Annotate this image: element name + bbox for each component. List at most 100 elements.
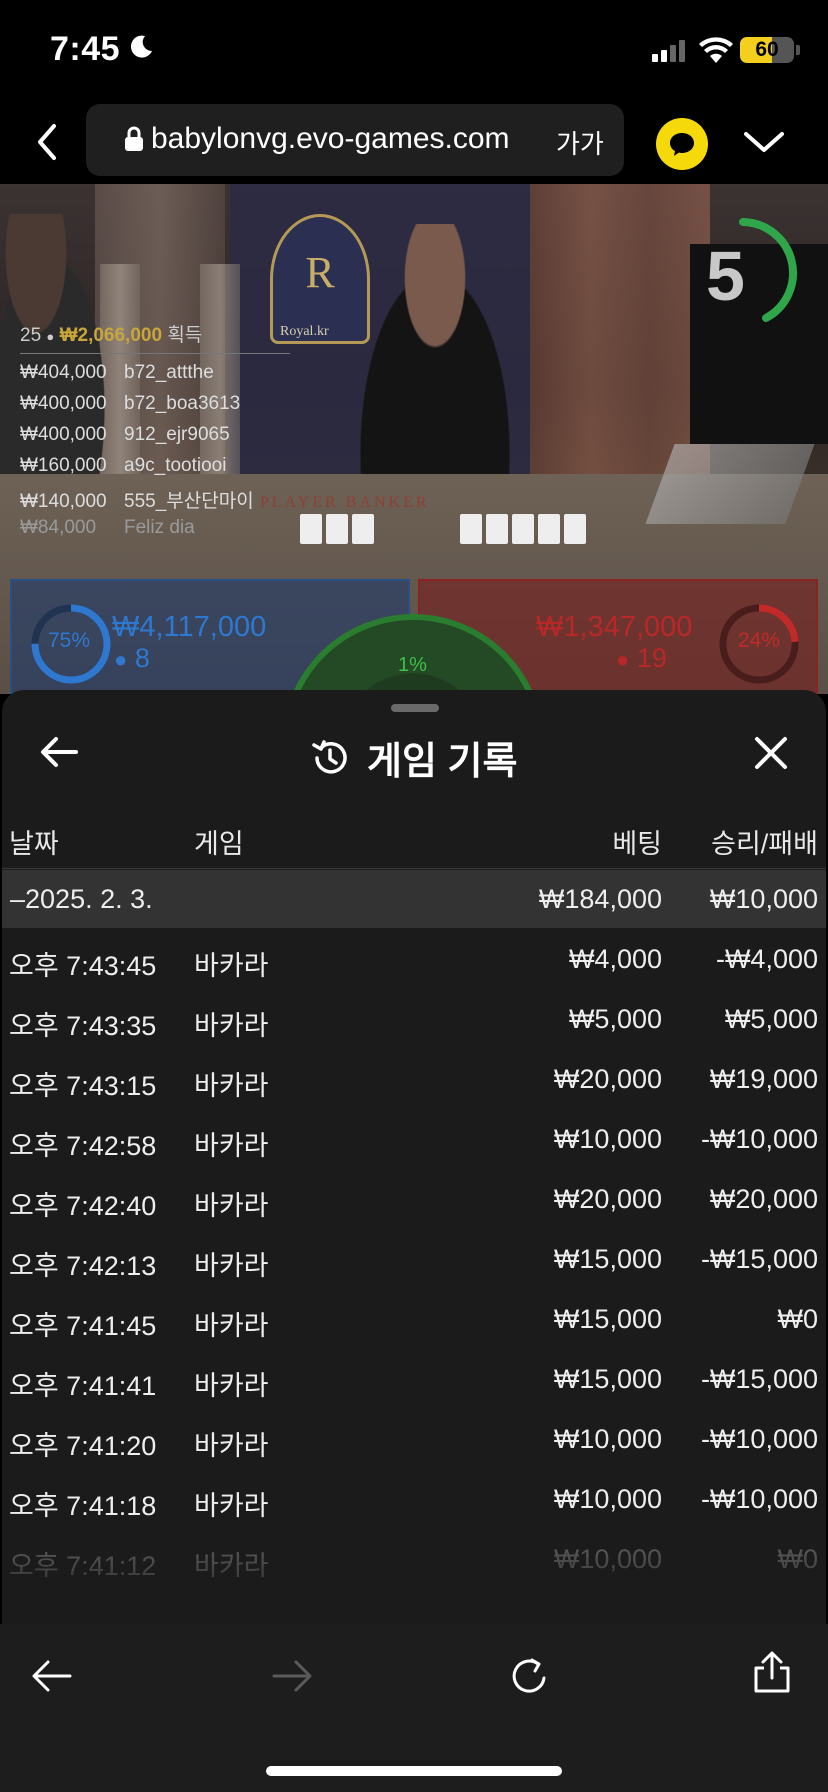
status-bar: 7:45 60 — [0, 0, 828, 100]
row-game: 바카라 — [194, 1311, 269, 1341]
text-size-button[interactable]: 가가 — [556, 124, 604, 161]
history-row[interactable]: 오후 7:43:45 바카라 ₩4,000 -₩4,000 — [2, 928, 826, 988]
back-arrow-icon[interactable] — [30, 1654, 74, 1698]
date-group-row[interactable]: –2025. 2. 3. ₩184,000 ₩10,000 — [2, 870, 826, 928]
row-bet: ₩10,000 — [553, 1484, 662, 1514]
winner-rows: ₩404,000 b72_attthe ₩400,000 b72_boa3613 ₩40… — [20, 362, 290, 548]
home-indicator[interactable] — [266, 1766, 562, 1776]
reload-icon[interactable] — [508, 1654, 552, 1698]
row-bet: ₩4,000 — [568, 944, 662, 974]
player-bet-amount: ₩4,117,000 — [112, 611, 267, 643]
row-result: ₩19,000 — [709, 1064, 818, 1094]
row-time: 오후 7:41:18 — [9, 1491, 157, 1521]
row-game: 바카라 — [194, 1431, 269, 1461]
row-time: 오후 7:41:41 — [9, 1371, 157, 1401]
row-result: ₩0 — [777, 1304, 819, 1334]
countdown-timer: 5 — [706, 237, 745, 315]
card-shoe — [645, 444, 815, 524]
winner-name: b72_boa3613 — [124, 393, 241, 414]
history-row[interactable]: 오후 7:41:41 바카라 ₩15,000 -₩15,000 — [2, 1348, 826, 1408]
row-time: 오후 7:43:15 — [9, 1071, 157, 1101]
row-bet: ₩5,000 — [568, 1004, 662, 1034]
row-game: 바카라 — [194, 1251, 269, 1281]
row-result: ₩5,000 — [724, 1004, 818, 1034]
table-banner: PLAYER BANKER — [260, 494, 430, 511]
banker-bet-amount: ₩1,347,000 — [536, 611, 693, 643]
row-result: -₩10,000 — [700, 1124, 818, 1154]
live-video-feed: R Royal.kr PLAYER BANKER 5 25 ● ₩2,066,0… — [0, 184, 828, 694]
row-bet: ₩15,000 — [553, 1244, 662, 1274]
row-bet: ₩15,000 — [553, 1364, 662, 1394]
sheet-grabber[interactable] — [391, 704, 439, 712]
row-time: 오후 7:43:45 — [9, 951, 157, 981]
history-row[interactable]: 오후 7:41:45 바카라 ₩15,000 ₩0 — [2, 1288, 826, 1348]
row-bet: ₩15,000 — [553, 1304, 662, 1334]
winner-amount: ₩400,000 — [20, 424, 107, 445]
sheet-header: 게임 기록 — [2, 730, 826, 783]
row-game: 바카라 — [194, 1071, 269, 1101]
person-icon: ● — [616, 647, 630, 672]
history-row[interactable]: 오후 7:42:58 바카라 ₩10,000 -₩10,000 — [2, 1108, 826, 1168]
row-time: 오후 7:42:13 — [9, 1251, 157, 1281]
url-text: babylonvg.evo-games.com — [151, 122, 510, 155]
row-bet: ₩10,000 — [553, 1124, 662, 1154]
winner-name: b72_attthe — [124, 362, 214, 383]
row-result: ₩20,000 — [709, 1184, 818, 1214]
back-chevron-icon[interactable] — [30, 122, 66, 162]
moon-icon — [130, 35, 152, 58]
row-game: 바카라 — [194, 1131, 269, 1161]
forward-arrow-icon[interactable] — [270, 1654, 314, 1698]
winner-name: 912_ejr9065 — [124, 424, 230, 445]
chevron-down-icon[interactable] — [742, 126, 786, 158]
chat-bubble-icon — [670, 133, 694, 156]
winners-total: ₩2,066,000 — [59, 325, 163, 346]
row-result: -₩15,000 — [700, 1364, 818, 1394]
wifi-icon — [699, 37, 733, 63]
history-row[interactable]: 오후 7:43:15 바카라 ₩20,000 ₩19,000 — [2, 1048, 826, 1108]
player-bet-count: ● 8 — [114, 643, 150, 673]
winner-row: ₩140,000 555_부산단마이 — [20, 486, 290, 517]
banker-bet-count: ● 19 — [616, 643, 667, 673]
playing-card — [512, 514, 534, 544]
row-bet: ₩10,000 — [553, 1424, 662, 1454]
winner-row: ₩404,000 b72_attthe — [20, 362, 290, 393]
playing-card — [564, 514, 586, 544]
winner-row: ₩84,000 Feliz dia — [20, 517, 290, 548]
battery-icon: 60 — [740, 37, 794, 63]
lock-icon — [125, 126, 143, 151]
column-game: 게임 — [194, 829, 244, 859]
row-time: 오후 7:41:20 — [9, 1431, 157, 1461]
row-time: 오후 7:42:40 — [9, 1191, 157, 1221]
history-icon — [311, 739, 347, 774]
status-time: 7:45 — [50, 30, 121, 68]
winner-amount: ₩84,000 — [20, 517, 97, 538]
history-row[interactable]: 오후 7:43:35 바카라 ₩5,000 ₩5,000 — [2, 988, 826, 1048]
winners-header: 25 ● ₩2,066,000 획득 — [20, 320, 290, 354]
history-row[interactable]: 오후 7:42:13 바카라 ₩15,000 -₩15,000 — [2, 1228, 826, 1288]
tie-percent: 1% — [398, 654, 427, 676]
address-bar[interactable]: babylonvg.evo-games.com 가가 — [86, 104, 624, 176]
share-icon[interactable] — [750, 1650, 794, 1694]
divider — [2, 868, 826, 869]
row-game: 바카라 — [194, 1011, 269, 1041]
playing-card — [486, 514, 508, 544]
history-row[interactable]: 오후 7:42:40 바카라 ₩20,000 ₩20,000 — [2, 1168, 826, 1228]
row-time: 오후 7:41:45 — [9, 1311, 157, 1341]
browser-url-row: babylonvg.evo-games.com 가가 — [0, 100, 828, 184]
winner-amount: ₩400,000 — [20, 393, 107, 414]
winner-amount: ₩160,000 — [20, 455, 107, 476]
playing-card — [460, 514, 482, 544]
dealer — [340, 224, 530, 494]
row-game: 바카라 — [194, 1371, 269, 1401]
history-row[interactable]: 오후 7:41:20 바카라 ₩10,000 -₩10,000 — [2, 1408, 826, 1468]
history-row[interactable]: 오후 7:41:18 바카라 ₩10,000 -₩10,000 — [2, 1468, 826, 1528]
banker-percent: 24% — [738, 629, 781, 652]
chat-button[interactable] — [656, 118, 708, 170]
close-icon[interactable] — [754, 736, 788, 770]
row-result: -₩4,000 — [715, 944, 818, 974]
date-group-bet-total: ₩184,000 — [538, 884, 662, 914]
winner-row: ₩160,000 a9c_tootiooi — [20, 455, 290, 486]
player-percent: 75% — [48, 629, 91, 652]
winner-name: Feliz dia — [124, 517, 195, 538]
column-result: 승리/패배 — [711, 829, 818, 859]
